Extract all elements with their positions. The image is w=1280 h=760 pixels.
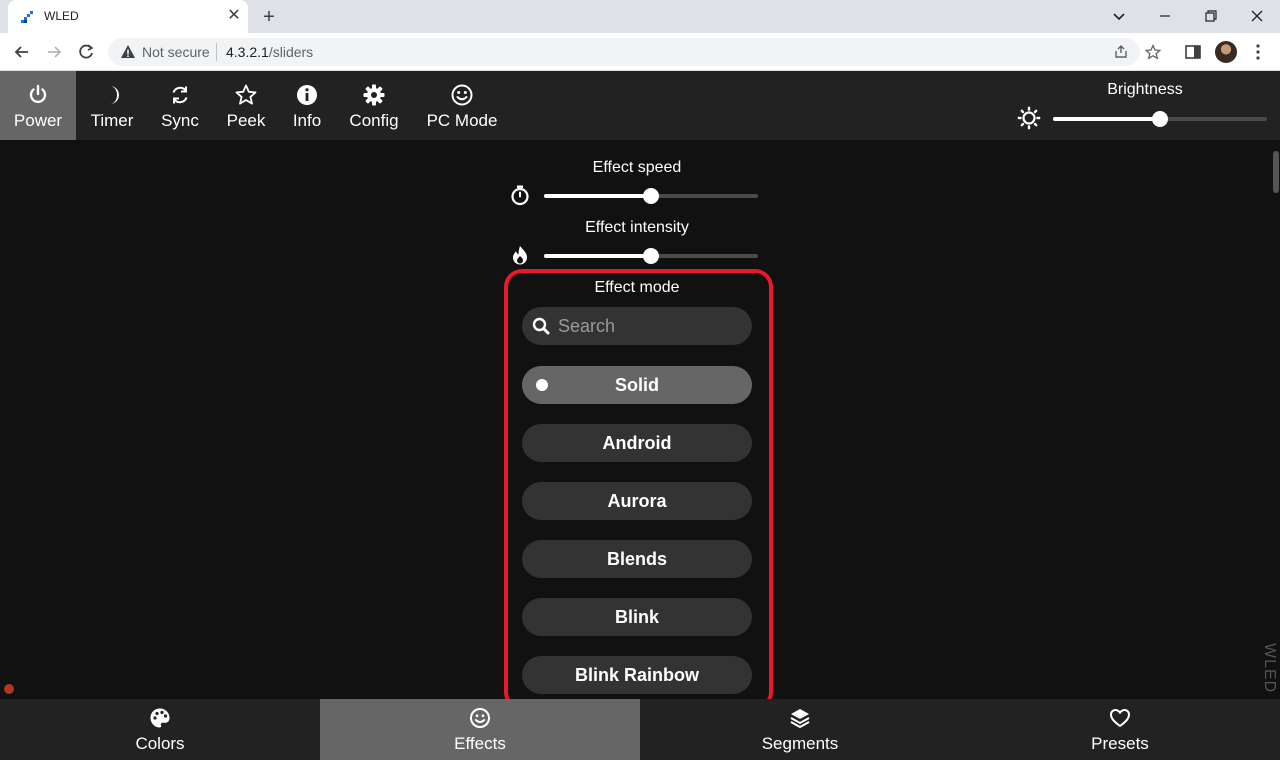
address-bar[interactable]: Not secure 4.3.2.1/sliders bbox=[108, 38, 1161, 66]
url-host: 4.3.2.1 bbox=[226, 44, 269, 60]
search-icon bbox=[532, 317, 550, 335]
connection-status-dot bbox=[4, 684, 14, 694]
effect-intensity-label: Effect intensity bbox=[585, 219, 689, 236]
effect-item-label: Blink bbox=[614, 607, 659, 627]
bookmark-star-icon[interactable] bbox=[1145, 44, 1161, 60]
close-window-icon[interactable] bbox=[1246, 6, 1268, 26]
smiley-icon bbox=[470, 708, 490, 728]
brightness-slider[interactable] bbox=[1053, 111, 1267, 127]
effect-search-box[interactable] bbox=[522, 307, 752, 345]
effect-intensity-slider-fill bbox=[544, 254, 651, 258]
config-label: Config bbox=[349, 111, 399, 130]
palette-icon bbox=[150, 708, 170, 728]
effect-item-label: Blends bbox=[606, 549, 667, 569]
reload-icon[interactable] bbox=[76, 42, 96, 62]
power-label: Power bbox=[13, 111, 63, 130]
wled-watermark: WLED bbox=[1261, 643, 1278, 694]
profile-avatar[interactable] bbox=[1215, 41, 1237, 63]
info-button[interactable]: Info bbox=[284, 71, 330, 140]
effect-item-label: Solid bbox=[615, 375, 659, 395]
timer-button[interactable]: Timer bbox=[80, 71, 144, 140]
flame-icon bbox=[513, 246, 527, 265]
browser-tab[interactable]: WLED ✕ bbox=[8, 0, 248, 33]
top-bar: Power Timer Sync Peek Info Config PC Mod… bbox=[0, 71, 1280, 140]
page-scrollbar-thumb[interactable] bbox=[1273, 151, 1279, 193]
url-path: /sliders bbox=[268, 44, 314, 60]
pc-mode-button[interactable]: PC Mode bbox=[418, 71, 506, 140]
warning-triangle-icon[interactable] bbox=[120, 44, 136, 60]
layers-icon bbox=[790, 709, 810, 728]
wled-app: Power Timer Sync Peek Info Config PC Mod… bbox=[0, 71, 1280, 760]
stopwatch-icon bbox=[511, 185, 529, 206]
tab-segments-label: Segments bbox=[761, 734, 839, 753]
browser-toolbar: Not secure 4.3.2.1/sliders bbox=[0, 33, 1280, 71]
side-panel-icon[interactable] bbox=[1183, 42, 1203, 62]
tab-presets-label: Presets bbox=[1091, 734, 1149, 753]
tab-search-chevron-icon[interactable] bbox=[1108, 6, 1130, 26]
tab-presets[interactable]: Presets bbox=[960, 699, 1280, 760]
power-button[interactable]: Power bbox=[0, 71, 76, 140]
selected-dot-icon bbox=[536, 379, 548, 391]
effect-intensity-slider[interactable] bbox=[544, 248, 758, 264]
sync-icon bbox=[172, 86, 188, 104]
sync-button[interactable]: Sync bbox=[152, 71, 208, 140]
effect-speed-label: Effect speed bbox=[592, 159, 682, 176]
effect-item-label: Blink Rainbow bbox=[574, 665, 699, 685]
forward-arrow-icon[interactable] bbox=[44, 42, 64, 62]
not-secure-label: Not secure bbox=[142, 44, 210, 60]
info-label: Info bbox=[292, 111, 322, 130]
power-icon bbox=[29, 84, 47, 104]
sync-label: Sync bbox=[161, 111, 199, 130]
tab-close-icon[interactable]: ✕ bbox=[226, 8, 242, 24]
effect-item-label: Aurora bbox=[607, 491, 667, 511]
effect-speed-slider[interactable] bbox=[544, 188, 758, 204]
effect-item-aurora[interactable]: Aurora bbox=[522, 482, 752, 520]
effect-speed-slider-fill bbox=[544, 194, 651, 198]
brightness-slider-thumb[interactable] bbox=[1152, 111, 1168, 127]
brightness-sun-icon bbox=[1017, 106, 1041, 130]
tab-title: WLED bbox=[44, 9, 79, 23]
effect-search-input[interactable] bbox=[558, 307, 738, 345]
effect-item-blink[interactable]: Blink bbox=[522, 598, 752, 636]
minimize-icon[interactable] bbox=[1154, 6, 1176, 26]
url-divider bbox=[216, 43, 217, 61]
bottom-bar: Colors Effects Segments Presets bbox=[0, 699, 1280, 760]
back-arrow-icon[interactable] bbox=[12, 42, 32, 62]
restore-icon[interactable] bbox=[1200, 6, 1222, 26]
effect-item-blends[interactable]: Blends bbox=[522, 540, 752, 578]
config-button[interactable]: Config bbox=[342, 71, 406, 140]
peek-label: Peek bbox=[226, 111, 266, 130]
heart-icon bbox=[1110, 709, 1130, 727]
url-text[interactable]: 4.3.2.1/sliders bbox=[226, 44, 313, 60]
gear-icon bbox=[363, 84, 385, 106]
timer-label: Timer bbox=[90, 111, 134, 130]
info-icon bbox=[297, 85, 317, 105]
share-icon[interactable] bbox=[1113, 44, 1129, 60]
pc-mode-label: PC Mode bbox=[426, 111, 498, 130]
tab-segments[interactable]: Segments bbox=[640, 699, 960, 760]
new-tab-icon[interactable]: + bbox=[258, 6, 280, 28]
wled-favicon-icon bbox=[21, 11, 33, 23]
brightness-slider-fill bbox=[1053, 117, 1160, 121]
effect-list: Solid Android Aurora Blends Blink Blink … bbox=[522, 366, 752, 714]
smiley-icon bbox=[451, 84, 473, 106]
effect-intensity-slider-thumb[interactable] bbox=[643, 248, 659, 264]
effect-item-blink-rainbow[interactable]: Blink Rainbow bbox=[522, 656, 752, 694]
brightness-label: Brightness bbox=[1107, 81, 1183, 98]
effect-item-label: Android bbox=[602, 433, 672, 453]
browser-tabstrip: WLED ✕ + bbox=[0, 0, 1280, 33]
tab-colors[interactable]: Colors bbox=[0, 699, 320, 760]
effect-mode-label: Effect mode bbox=[594, 279, 680, 296]
kebab-menu-icon[interactable] bbox=[1248, 42, 1268, 62]
star-icon bbox=[235, 84, 257, 105]
tab-colors-label: Colors bbox=[135, 734, 185, 753]
effect-item-android[interactable]: Android bbox=[522, 424, 752, 462]
moon-icon bbox=[110, 86, 120, 104]
effect-speed-slider-thumb[interactable] bbox=[643, 188, 659, 204]
tab-effects-label: Effects bbox=[454, 734, 506, 753]
effect-item-solid[interactable]: Solid bbox=[522, 366, 752, 404]
tab-effects[interactable]: Effects bbox=[320, 699, 640, 760]
peek-button[interactable]: Peek bbox=[218, 71, 274, 140]
